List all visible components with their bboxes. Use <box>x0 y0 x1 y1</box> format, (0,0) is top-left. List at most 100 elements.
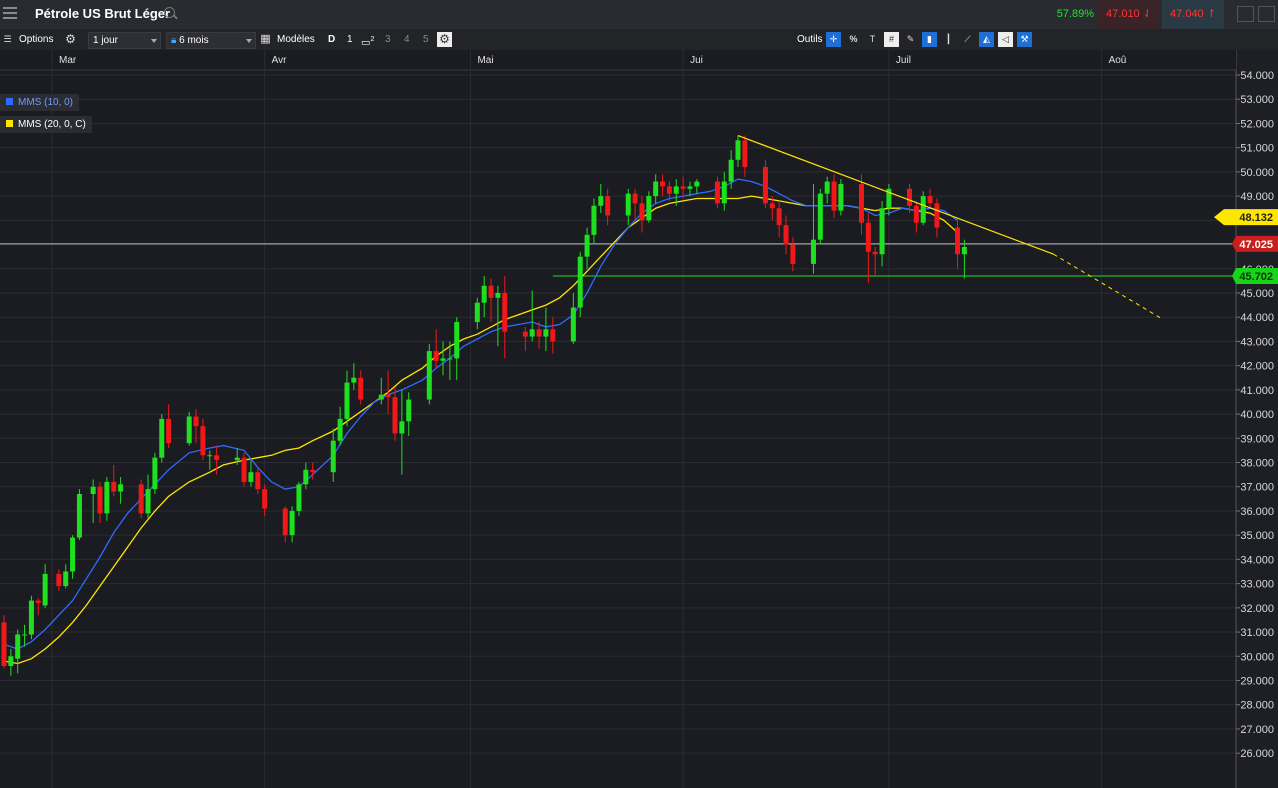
chart-canvas[interactable]: 54.00053.00052.00051.00050.00049.00048.0… <box>0 50 1278 788</box>
candle-body <box>673 186 679 194</box>
price-chart[interactable]: 54.00053.00052.00051.00050.00049.00048.0… <box>0 50 1278 788</box>
interval-select[interactable]: 1 jour <box>88 32 161 49</box>
month-label: Mai <box>477 55 493 66</box>
candle-body <box>241 457 247 482</box>
search-icon[interactable] <box>164 7 175 18</box>
change-percent: 57.89% <box>1056 8 1094 20</box>
x-axis-band <box>0 50 1236 70</box>
legend-ma10[interactable]: MMS (10, 0) <box>0 94 80 111</box>
candle-body <box>687 186 693 189</box>
y-tick-label: 54.000 <box>1240 70 1274 82</box>
bar-chart-icon[interactable]: ┃ <box>941 32 956 47</box>
candle-body <box>200 426 206 456</box>
candle-body <box>310 469 316 473</box>
month-label: Avr <box>272 55 287 66</box>
candle-body <box>865 222 871 252</box>
trendline-price-tag-label: 48.132 <box>1239 212 1273 224</box>
candle-body <box>481 285 487 303</box>
legend-ma20[interactable]: MMS (20, 0, C) <box>0 116 92 133</box>
y-tick-label: 31.000 <box>1240 627 1274 639</box>
candle-body <box>742 140 748 168</box>
y-tick-label: 32.000 <box>1240 603 1274 615</box>
candle-body <box>584 234 590 257</box>
legend-ma20-label: MMS (20, 0, C) <box>18 119 86 130</box>
candle-body <box>502 292 508 332</box>
candle-body <box>488 285 494 298</box>
y-tick-label: 33.000 <box>1240 579 1274 591</box>
candle-body <box>495 292 501 298</box>
layout-2-button[interactable]: ▭2 <box>361 32 374 48</box>
candle-body <box>721 181 727 204</box>
layout-3-button[interactable]: 3 <box>385 32 391 47</box>
title-bar: Pétrole US Brut Léger 57.89% 47.010 ⇃ 47… <box>0 0 1278 30</box>
sell-price-button[interactable]: 47.010 ⇃ <box>1098 0 1160 29</box>
candle-body <box>289 510 295 536</box>
ma10-swatch <box>6 98 13 105</box>
candle-body <box>255 472 261 490</box>
candle-body <box>762 167 768 204</box>
buy-arrow-icon: ↾ <box>1203 8 1216 20</box>
candle-body <box>920 196 926 223</box>
candle-body <box>234 457 240 461</box>
candle-body <box>776 208 782 226</box>
layout-1-button[interactable]: 1 <box>347 32 353 47</box>
hamburger-menu-icon[interactable] <box>3 7 17 19</box>
settings-gear-icon[interactable]: ⚙ <box>63 32 78 47</box>
candle-body <box>344 382 350 419</box>
crosshair-tool-icon[interactable]: ✛ <box>826 32 841 47</box>
candle-body <box>296 484 302 511</box>
candle-body <box>570 307 576 342</box>
detach-window-icon[interactable] <box>1237 6 1254 22</box>
candle-body <box>207 455 213 457</box>
layout-4-button[interactable]: 4 <box>404 32 410 47</box>
y-tick-label: 41.000 <box>1240 385 1274 397</box>
candle-body <box>351 377 357 383</box>
layout-d-button[interactable]: D <box>328 32 335 47</box>
candle-body <box>145 489 151 514</box>
candle-body <box>193 416 199 427</box>
candle-body <box>118 484 124 492</box>
close-window-icon[interactable] <box>1258 6 1275 22</box>
y-tick-label: 49.000 <box>1240 191 1274 203</box>
layout-5-button[interactable]: 5 <box>423 32 429 47</box>
grid-icon[interactable]: # <box>884 32 899 47</box>
y-tick-label: 51.000 <box>1240 143 1274 155</box>
options-button[interactable]: Options <box>19 32 53 47</box>
candle-body <box>337 418 343 441</box>
candle-body <box>70 537 76 572</box>
range-select[interactable]: 🔒︎ 6 mois <box>166 32 256 49</box>
line-chart-icon[interactable]: ⟋ <box>960 32 975 47</box>
candle-body <box>385 394 391 398</box>
candle-body <box>680 186 686 189</box>
candlestick-icon[interactable]: ▮ <box>922 32 937 47</box>
text-tool-icon[interactable]: T <box>865 32 880 47</box>
candle-body <box>433 351 439 361</box>
calendar-icon[interactable]: ▦ <box>258 32 273 47</box>
y-tick-label: 40.000 <box>1240 409 1274 421</box>
candle-body <box>550 329 556 342</box>
candle-body <box>76 494 82 538</box>
instrument-title[interactable]: Pétrole US Brut Léger <box>35 6 170 21</box>
candle-body <box>625 193 631 216</box>
candle-body <box>666 186 672 194</box>
candle-body <box>955 227 961 255</box>
y-tick-label: 53.000 <box>1240 94 1274 106</box>
candle-body <box>28 600 34 635</box>
chart-settings-gear-icon[interactable]: ⚙ <box>437 32 452 47</box>
percent-button[interactable]: % <box>846 32 861 47</box>
candle-body <box>598 196 604 206</box>
candle-body <box>186 416 192 444</box>
options-list-icon[interactable]: ☰ <box>0 32 15 47</box>
indicator-settings-icon[interactable]: ⚒ <box>1017 32 1032 47</box>
candle-body <box>111 481 117 492</box>
label-tag-icon[interactable]: ◁ <box>998 32 1013 47</box>
drawing-tool-icon[interactable]: ✎ <box>903 32 918 47</box>
area-chart-icon[interactable]: ◭ <box>979 32 994 47</box>
candle-body <box>35 600 41 603</box>
month-label: Juil <box>896 55 911 66</box>
y-tick-label: 52.000 <box>1240 118 1274 130</box>
models-button[interactable]: Modèles <box>277 32 315 47</box>
buy-price-button[interactable]: 47.040 ↾ <box>1162 0 1224 29</box>
chart-toolbar: ☰ Options ⚙ 1 jour 🔒︎ 6 mois ▦ Modèles D… <box>0 29 1278 50</box>
sell-price: 47.010 <box>1106 8 1140 20</box>
